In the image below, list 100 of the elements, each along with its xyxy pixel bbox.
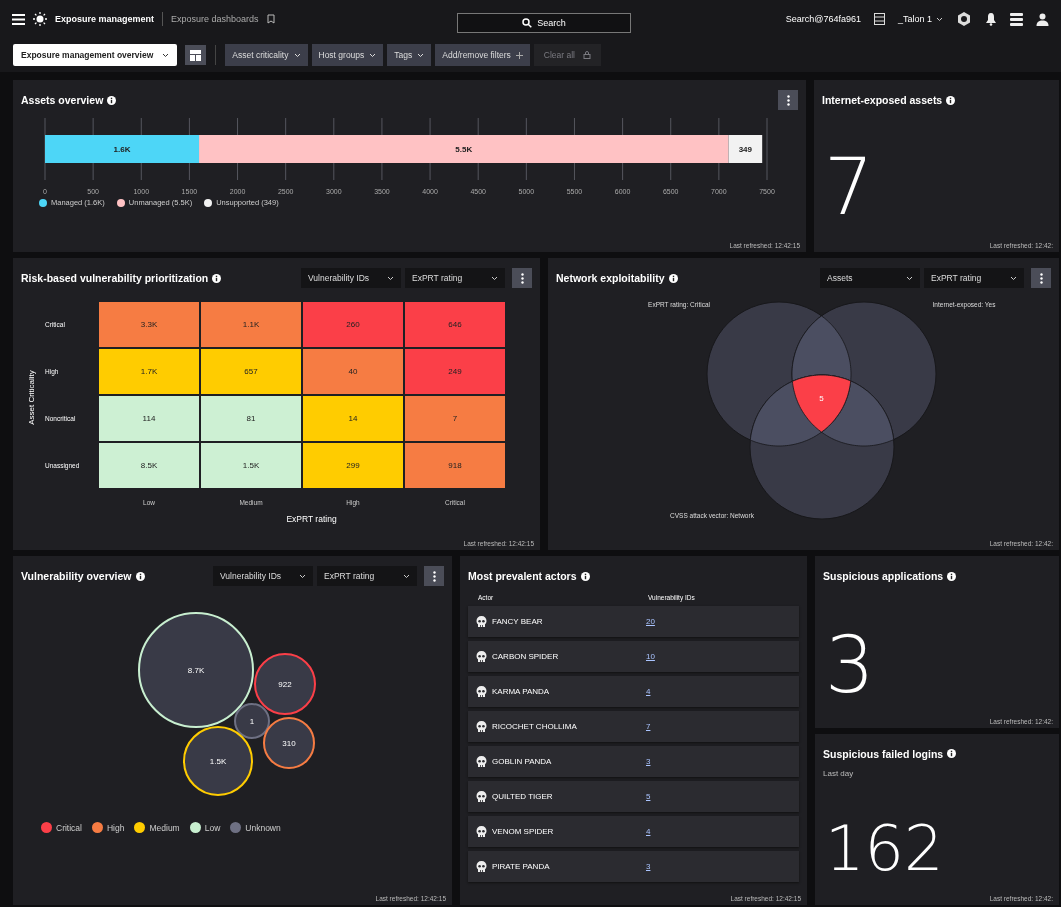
filter-dropdown[interactable]: Host groups — [311, 44, 384, 66]
list-icon[interactable] — [873, 13, 885, 25]
heatmap-cell[interactable]: 646 — [405, 302, 505, 347]
info-icon[interactable] — [580, 571, 590, 581]
axis-title: Asset Criticality — [26, 369, 36, 425]
select-dropdown[interactable]: ExPRT rating — [924, 268, 1024, 288]
account-name: Search@764fa961 — [785, 14, 861, 24]
actor-row[interactable]: GOBLIN PANDA 3 — [468, 746, 799, 777]
search-button[interactable]: Search — [457, 13, 631, 33]
select-dropdown[interactable]: Vulnerability IDs — [213, 566, 313, 586]
more-button[interactable] — [778, 90, 798, 110]
user-icon[interactable] — [1036, 12, 1049, 26]
bar-label: 1.6K — [113, 145, 131, 154]
count-link[interactable]: 4 — [646, 687, 651, 696]
menu-icon[interactable] — [12, 13, 25, 25]
filter-dropdown[interactable]: Tags — [387, 44, 432, 66]
chevron-icon — [417, 52, 425, 58]
tenant-dropdown[interactable]: _Talon 1 — [897, 14, 943, 24]
heatmap-cell[interactable]: 657 — [201, 349, 301, 394]
actor-row[interactable]: FANCY BEAR 20 — [468, 606, 799, 637]
layout-icon — [190, 49, 202, 61]
select-dropdown[interactable]: ExPRT rating — [405, 268, 505, 288]
count-link[interactable]: 3 — [646, 757, 651, 766]
heatmap-cell[interactable]: 1.1K — [201, 302, 301, 347]
actor-row[interactable]: VENOM SPIDER 4 — [468, 816, 799, 847]
intersection-count: 5 — [819, 393, 824, 403]
vertical-dots-icon — [520, 272, 524, 284]
actor-name: QUILTED TIGER — [492, 792, 553, 801]
actor-name: PIRATE PANDA — [492, 862, 550, 871]
more-button[interactable] — [1031, 268, 1051, 288]
dashboard-select[interactable]: Exposure management overview — [13, 44, 178, 66]
count-link[interactable]: 5 — [646, 792, 651, 801]
heatmap-cell[interactable]: 918 — [405, 443, 505, 488]
count-link[interactable]: 20 — [646, 617, 655, 626]
breadcrumb-link[interactable]: Exposure dashboards — [171, 14, 259, 24]
bookmark-icon[interactable] — [266, 14, 275, 24]
vertical-dots-icon — [786, 94, 790, 106]
bell-icon[interactable] — [985, 12, 997, 26]
heatmap-cell[interactable]: 40 — [303, 349, 403, 394]
heatmap-cell[interactable]: 7 — [405, 396, 505, 441]
heatmap-cell[interactable]: 299 — [303, 443, 403, 488]
actor-row[interactable]: PIRATE PANDA 3 — [468, 851, 799, 882]
skull-icon — [476, 860, 487, 873]
vertical-dots-icon — [432, 570, 436, 582]
actor-row[interactable]: CARBON SPIDER 10 — [468, 641, 799, 672]
heatmap-cell[interactable]: 1.5K — [201, 443, 301, 488]
heatmap-cell[interactable]: 114 — [99, 396, 199, 441]
bubble-label: 1 — [249, 717, 255, 726]
add-filter-button[interactable]: Add/remove filters — [435, 44, 530, 66]
select-dropdown[interactable]: Vulnerability IDs — [301, 268, 401, 288]
metric-value: 3 — [825, 626, 876, 704]
actor-row[interactable]: QUILTED TIGER 5 — [468, 781, 799, 812]
info-icon[interactable] — [107, 95, 117, 105]
panel-subtitle: Last day — [823, 768, 855, 778]
info-icon[interactable] — [947, 571, 957, 581]
actor-name: VENOM SPIDER — [492, 827, 554, 836]
bubble-label: 1.5K — [209, 757, 227, 766]
count-link[interactable]: 4 — [646, 827, 651, 836]
info-icon[interactable] — [946, 95, 956, 105]
stack-icon[interactable] — [1010, 12, 1023, 26]
heatmap-cell[interactable]: 14 — [303, 396, 403, 441]
heatmap-cell[interactable]: 3.3K — [99, 302, 199, 347]
heatmap-cell[interactable]: 8.5K — [99, 443, 199, 488]
heatmap-cell[interactable]: 260 — [303, 302, 403, 347]
count-link[interactable]: 10 — [646, 652, 655, 661]
skull-icon — [476, 720, 487, 733]
legend-label: Critical — [56, 822, 82, 833]
skull-icon — [476, 615, 487, 628]
select-dropdown[interactable]: Assets — [820, 268, 920, 288]
skull-icon — [476, 790, 487, 803]
chevron-icon — [369, 52, 377, 58]
bubble-label: 922 — [278, 680, 292, 689]
bubble-label: 310 — [282, 739, 296, 748]
bubble[interactable] — [263, 717, 315, 769]
bubble[interactable] — [234, 703, 270, 739]
select-dropdown[interactable]: ExPRT rating — [317, 566, 417, 586]
filter-dropdown[interactable]: Asset criticality — [225, 44, 308, 66]
actor-name: RICOCHET CHOLLIMA — [492, 722, 577, 731]
info-icon[interactable] — [668, 273, 678, 283]
panel-title: Internet-exposed assets — [822, 94, 943, 106]
count-link[interactable]: 7 — [646, 722, 651, 731]
badge-icon[interactable] — [956, 11, 972, 27]
more-button[interactable] — [424, 566, 444, 586]
info-icon[interactable] — [212, 273, 222, 283]
more-button[interactable] — [512, 268, 532, 288]
actor-name: GOBLIN PANDA — [492, 757, 552, 766]
actor-name: CARBON SPIDER — [492, 652, 559, 661]
skull-icon — [476, 650, 487, 663]
actor-row[interactable]: RICOCHET CHOLLIMA 7 — [468, 711, 799, 742]
info-icon[interactable] — [135, 571, 145, 581]
actor-row[interactable]: KARMA PANDA 4 — [468, 676, 799, 707]
legend-label: Low — [204, 822, 221, 833]
layout-button[interactable] — [185, 45, 207, 65]
heatmap-cell[interactable]: 249 — [405, 349, 505, 394]
count-link[interactable]: 3 — [646, 862, 651, 871]
chevron-icon — [491, 275, 498, 281]
panel-title: Network exploitability — [556, 272, 665, 284]
heatmap-cell[interactable]: 1.7K — [99, 349, 199, 394]
info-icon[interactable] — [947, 749, 957, 758]
heatmap-cell[interactable]: 81 — [201, 396, 301, 441]
